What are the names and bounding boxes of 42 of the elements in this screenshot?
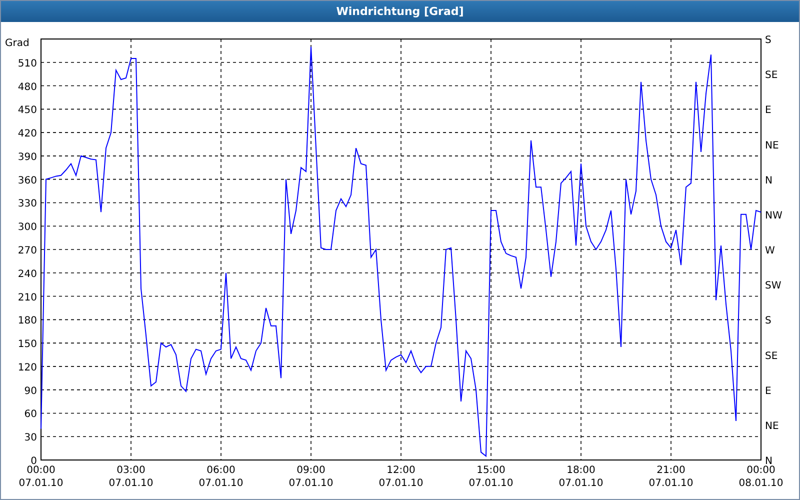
x-tick-label: 00:00 08.01.10 [738,465,784,489]
x-tick-label: 09:00 07.01.10 [288,465,334,489]
y-tick-label: 330 [18,198,37,210]
window-title: Windrichtung [Grad] [1,1,799,22]
compass-tick-label: S [765,316,772,327]
compass-tick-label: NW [765,210,782,222]
compass-tick-label: W [765,246,775,256]
y-tick-label: 450 [18,105,37,116]
y-tick-label: 60 [24,409,37,420]
y-tick-label: 360 [18,175,37,186]
y-tick-label: 510 [18,58,37,70]
y-tick-label: 0 [30,456,37,467]
x-tick-label: 06:00 07.01.10 [198,465,244,489]
y-tick-label: 180 [18,316,37,327]
y-tick-label: 270 [18,246,37,256]
x-tick-label: 03:00 07.01.10 [108,465,154,489]
compass-tick-label: E [765,105,772,116]
compass-tick-label: N [765,175,772,186]
compass-tick-label: E [765,386,772,397]
compass-tick-label: SE [765,70,778,82]
compass-tick-label: S [765,35,772,46]
x-tick-label: 00:00 07.01.10 [18,465,64,489]
x-tick-label: 21:00 07.01.10 [648,465,694,489]
y-tick-label: 390 [18,152,37,163]
y-tick-label: 210 [18,292,37,304]
y-axis-label: Grad [5,38,30,49]
y-tick-label: 480 [18,82,37,93]
compass-tick-label: NE [765,140,779,152]
y-tick-label: 120 [18,362,37,374]
y-tick-label: 30 [24,432,37,444]
compass-tick-label: SW [765,280,782,292]
compass-tick-label: NE [765,420,779,432]
y-tick-label: 420 [18,128,37,140]
y-tick-label: 90 [24,386,37,397]
x-tick-label: 18:00 07.01.10 [558,465,604,489]
y-tick-label: 300 [18,222,37,234]
y-tick-label: 150 [18,339,37,350]
y-tick-label: 240 [18,268,37,280]
compass-tick-label: N [765,456,772,467]
x-tick-label: 15:00 07.01.10 [468,465,514,489]
x-tick-label: 12:00 07.01.10 [378,465,424,489]
compass-tick-label: SE [765,350,778,362]
